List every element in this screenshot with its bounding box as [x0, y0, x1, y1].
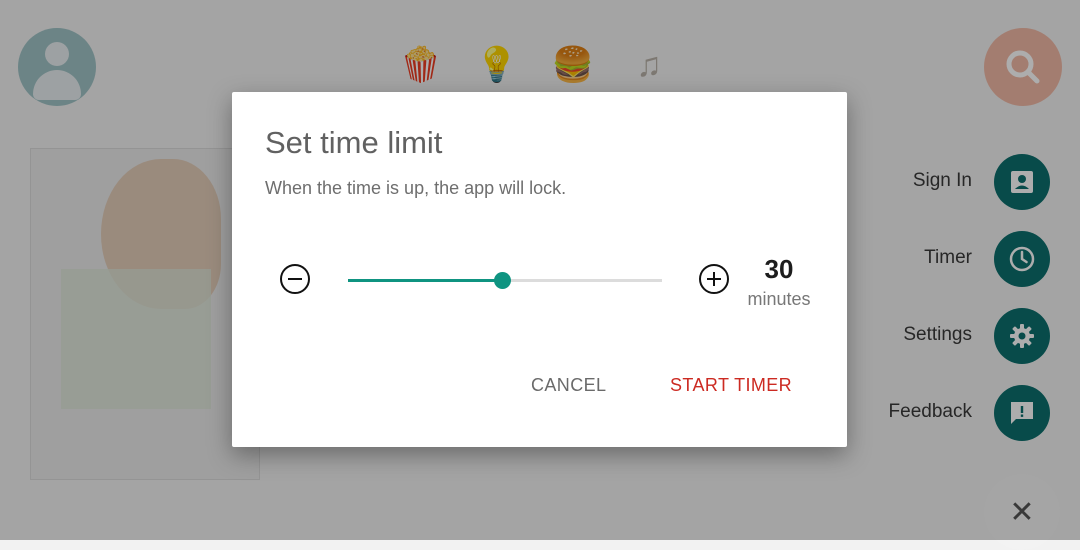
dialog-subtitle: When the time is up, the app will lock.	[265, 178, 567, 198]
time-slider[interactable]	[348, 262, 662, 298]
time-limit-dialog: Set time limit When the time is up, the …	[232, 92, 847, 447]
time-value: 30	[764, 254, 794, 284]
increase-time-button[interactable]	[699, 264, 729, 294]
minus-icon	[288, 277, 302, 281]
slider-thumb[interactable]	[494, 272, 511, 289]
start-timer-button[interactable]: START TIMER	[670, 375, 792, 396]
cancel-button[interactable]: CANCEL	[531, 375, 606, 396]
plus-icon-vertical	[712, 272, 716, 286]
dialog-title: Set time limit	[265, 125, 443, 160]
slider-fill	[348, 279, 502, 282]
time-unit: minutes	[747, 289, 811, 309]
decrease-time-button[interactable]	[280, 264, 310, 294]
